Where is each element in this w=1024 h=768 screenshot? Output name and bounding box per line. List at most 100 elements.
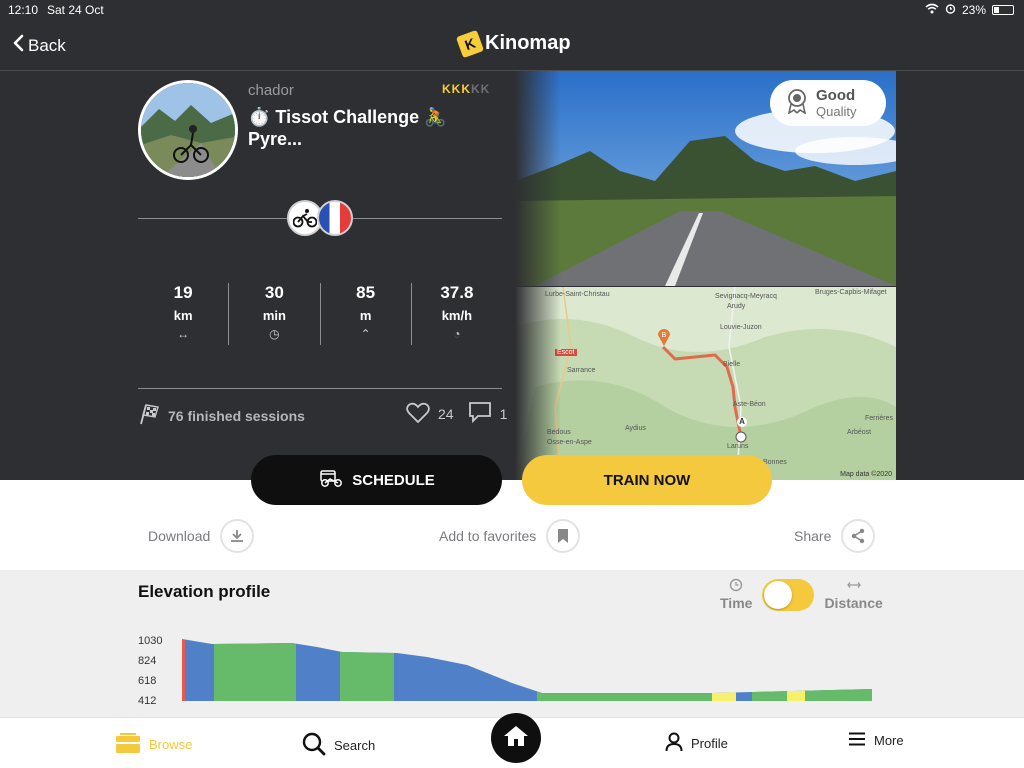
stat-unit: km — [173, 308, 193, 323]
favorites-action[interactable]: Add to favorites — [439, 519, 581, 553]
map-label: Lurbe-Saint-Christau — [545, 291, 610, 298]
clock-icon: ◷ — [269, 327, 280, 341]
quality-badge: Good Quality — [770, 80, 886, 126]
map-label: Ferrières — [865, 415, 894, 422]
stat-unit: km/h — [441, 308, 473, 323]
app-logo: K Kinomap — [455, 29, 571, 58]
map-label: Osse-en-Aspe — [547, 439, 592, 446]
award-icon — [786, 88, 808, 119]
finished-sessions: 76 finished sessions — [138, 403, 305, 428]
stat-unit: min — [262, 308, 286, 323]
share-icon — [841, 519, 876, 553]
tab-more-label: More — [874, 733, 904, 748]
distance-icon: ↔ — [177, 327, 190, 341]
time-distance-toggle: Time Distance — [720, 578, 883, 611]
calendar-bike-icon — [318, 468, 344, 492]
map-label: Arudy — [727, 303, 746, 310]
toggle-switch[interactable] — [762, 578, 815, 611]
stat-duration: 30 min ◷ — [229, 283, 321, 345]
toggle-time[interactable]: Time — [720, 578, 752, 611]
tab-search[interactable]: Search — [302, 732, 375, 759]
sessions-label: 76 finished sessions — [168, 407, 305, 424]
toggle-knob — [764, 580, 793, 609]
map-label: Bielle — [723, 361, 741, 368]
search-icon — [302, 732, 326, 759]
map-label: Aste-Béon — [733, 401, 766, 408]
comment-icon[interactable] — [468, 401, 492, 426]
toggle-distance-label: Distance — [824, 595, 883, 611]
map-pin-icon: B — [657, 327, 671, 352]
toggle-distance[interactable]: Distance — [824, 578, 883, 611]
stat-unit: m — [359, 308, 372, 323]
home-button[interactable] — [491, 713, 541, 763]
y-tick-label: 1030 — [138, 635, 163, 647]
start-marker-label: A — [737, 417, 747, 427]
y-tick-label: 412 — [138, 695, 157, 707]
back-button[interactable]: Back — [12, 34, 66, 57]
home-icon — [503, 724, 529, 753]
distance-icon — [824, 578, 882, 595]
difficulty-rating: KKKKK — [442, 82, 490, 96]
quality-label: Good — [816, 87, 856, 104]
map-label: Laruns — [727, 443, 749, 450]
download-icon — [220, 519, 255, 553]
menu-icon — [848, 732, 866, 749]
map-label: Bedous — [547, 429, 571, 436]
download-action[interactable]: Download — [148, 519, 255, 553]
tab-browse-label: Browse — [149, 737, 193, 752]
status-time: 12:10 — [8, 3, 39, 17]
comments-count: 1 — [499, 405, 508, 422]
actions-row: Download Add to favorites Share — [0, 505, 1024, 570]
stat-speed: 37.8 km/h ◔ — [412, 283, 502, 345]
stat-value: 19 — [173, 283, 193, 302]
map-label: Louvie-Juzon — [720, 324, 762, 331]
map-label: Bruges-Capbis-Mifaget — [815, 289, 887, 296]
divider — [138, 388, 502, 389]
top-bar: 12:10 Sat 24 Oct 23% Back K Kinomap — [0, 0, 1024, 71]
end-marker-label: B — [662, 332, 667, 339]
map-label: Sevignacq-Meyracq — [715, 293, 777, 300]
battery-percent: 23% — [961, 3, 986, 17]
author-avatar[interactable] — [138, 80, 238, 180]
stats-row: 19 km ↔ 30 min ◷ 85 m ⌃ 37.8 km/h ◔ — [138, 283, 502, 345]
browse-icon — [115, 732, 141, 757]
map-attribution: Map data ©2020 — [840, 471, 892, 478]
schedule-button[interactable]: SCHEDULE — [251, 455, 502, 505]
rating-inactive: KK — [471, 82, 491, 96]
social-counts: 24 1 — [406, 401, 507, 426]
schedule-label: SCHEDULE — [352, 471, 435, 489]
france-flag-icon — [317, 200, 353, 236]
checkered-flag-icon — [138, 403, 160, 428]
share-action[interactable]: Share — [794, 519, 876, 553]
stat-value: 37.8 — [440, 283, 474, 302]
quality-sub: Quality — [816, 104, 857, 119]
favorites-label: Add to favorites — [439, 528, 537, 544]
tab-browse[interactable]: Browse — [115, 732, 192, 757]
y-tick-label: 824 — [138, 655, 157, 667]
back-label: Back — [28, 35, 66, 55]
stat-value: 30 — [264, 283, 284, 302]
alarm-icon — [945, 3, 956, 17]
elevation-chart — [182, 637, 872, 701]
map-label: Escot — [555, 349, 577, 356]
profile-icon — [665, 732, 683, 755]
speedometer-icon: ◔ — [453, 327, 461, 341]
map-label: Arbéost — [847, 429, 872, 436]
heart-icon[interactable] — [406, 402, 430, 426]
tab-profile[interactable]: Profile — [665, 732, 728, 755]
author-name[interactable]: chador — [248, 82, 294, 99]
stat-elevation: 85 m ⌃ — [321, 283, 412, 345]
tab-more[interactable]: More — [848, 732, 904, 749]
download-label: Download — [148, 528, 211, 544]
map-label: Aydius — [625, 425, 646, 432]
elevation-title: Elevation profile — [138, 582, 271, 601]
share-label: Share — [794, 528, 832, 544]
mountain-icon: ⌃ — [360, 327, 371, 341]
bike-icon — [293, 209, 317, 228]
route-map[interactable]: Lurbe-Saint-Christau Sevignacq-Meyracq B… — [515, 287, 896, 480]
status-date: Sat 24 Oct — [47, 3, 104, 17]
rating-active: KKK — [442, 82, 471, 96]
map-label: Sarrance — [567, 367, 596, 374]
wifi-icon — [925, 3, 939, 17]
train-now-button[interactable]: TRAIN NOW — [522, 455, 772, 505]
